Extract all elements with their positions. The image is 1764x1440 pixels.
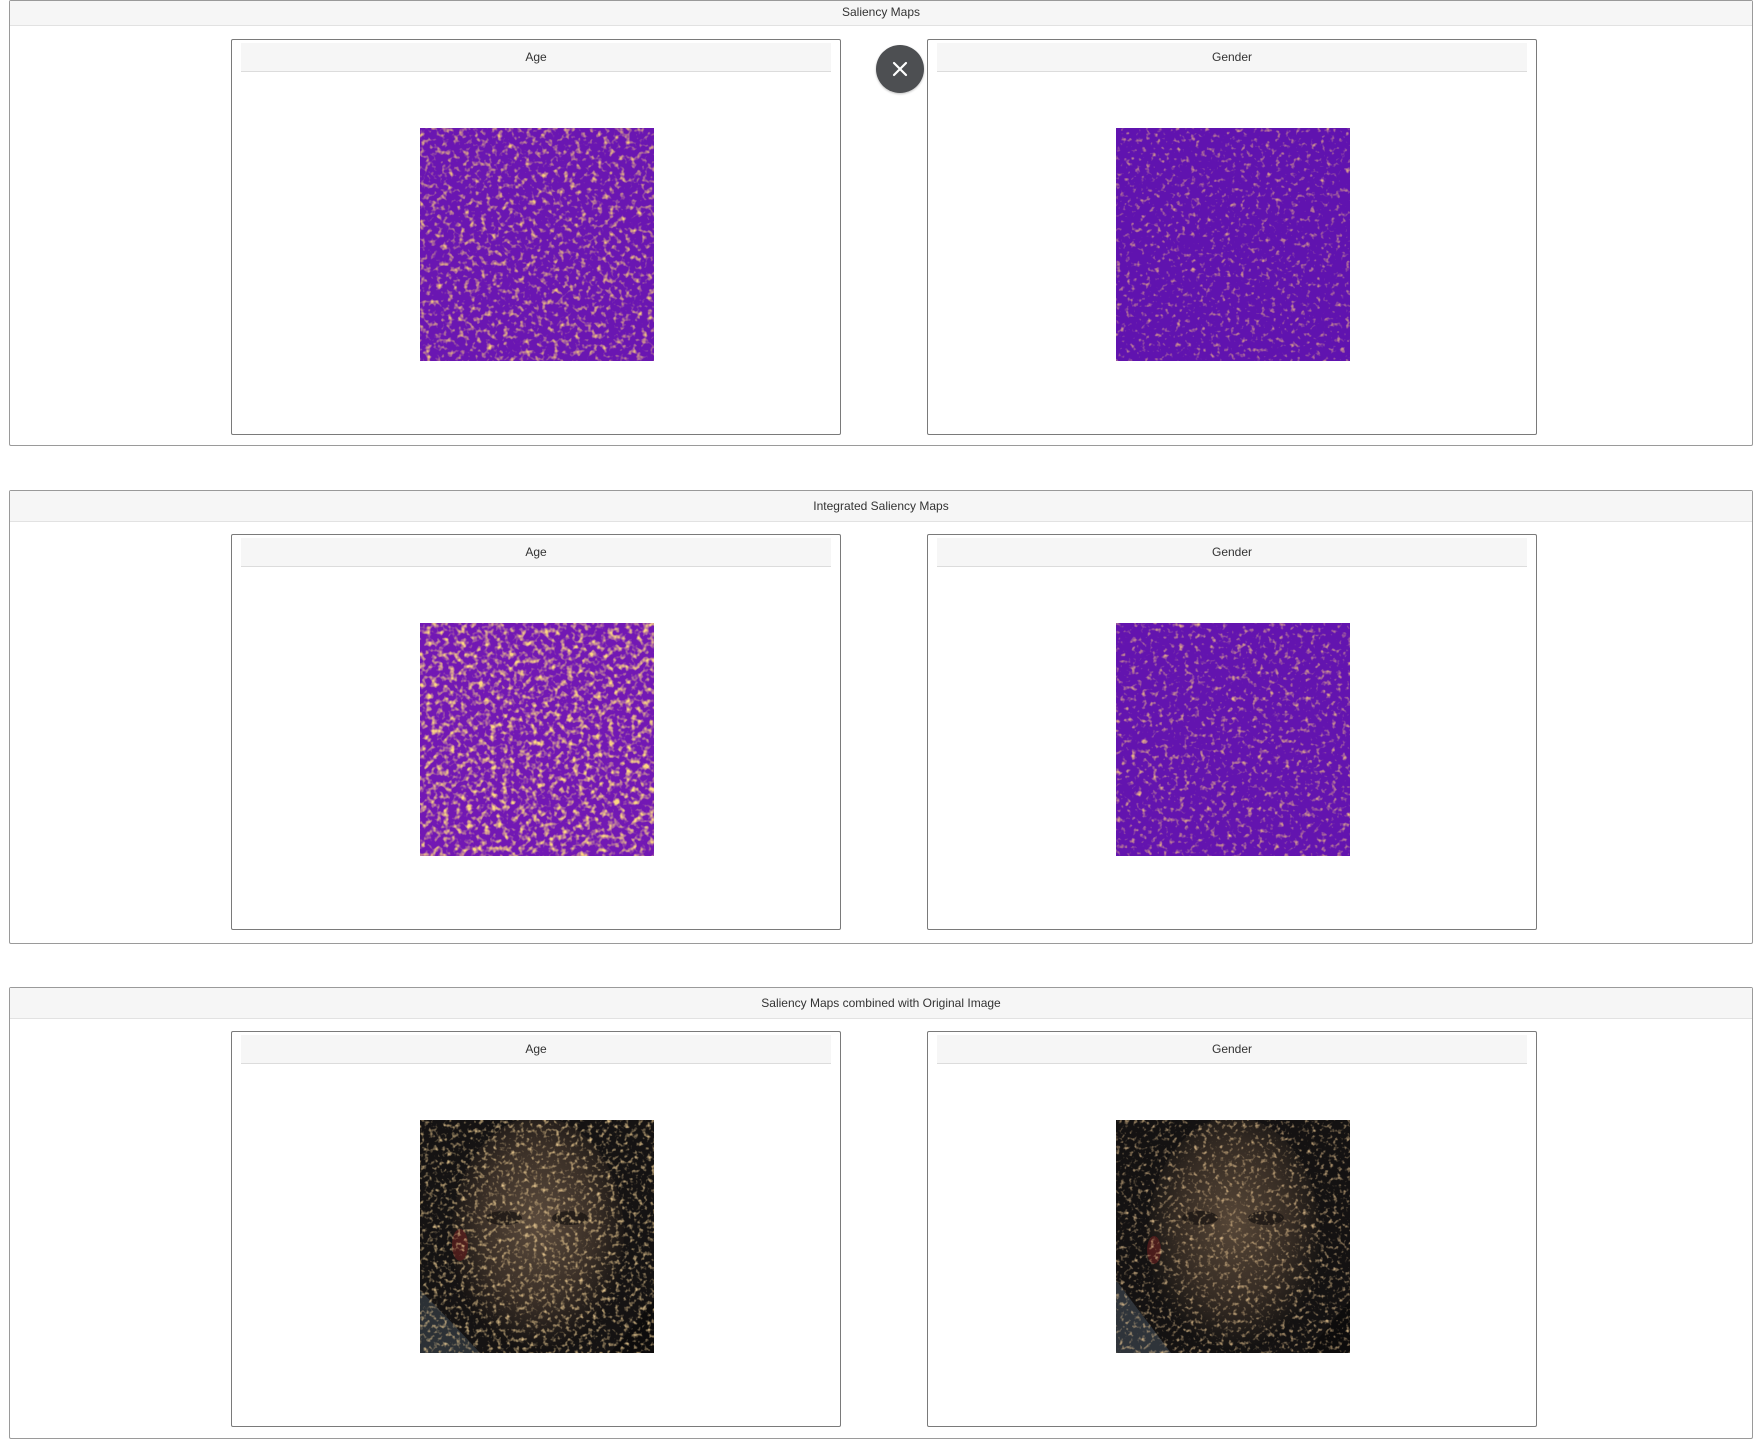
card-title: Age <box>241 43 831 72</box>
age-saliency-overlay-face <box>420 1120 654 1353</box>
panel-title: Saliency Maps combined with Original Ima… <box>10 988 1752 1019</box>
card-title: Gender <box>937 43 1527 72</box>
age-saliency-map <box>420 128 654 361</box>
saliency-maps-combined-panel: Saliency Maps combined with Original Ima… <box>9 987 1753 1439</box>
panel-title: Integrated Saliency Maps <box>10 491 1752 522</box>
saliency-maps-panel: Saliency Maps Age Gender <box>9 0 1753 446</box>
card-title: Gender <box>937 538 1527 567</box>
gender-integrated-saliency-map <box>1116 623 1350 856</box>
age-card: Age <box>231 534 841 930</box>
close-icon <box>892 61 908 77</box>
age-card: Age <box>231 39 841 435</box>
gender-card: Gender <box>927 534 1537 930</box>
panel-title: Saliency Maps <box>10 1 1752 26</box>
gender-saliency-overlay-face <box>1116 1120 1350 1353</box>
saliency-results-page: Saliency Maps Age Gender Integrated Sali… <box>0 0 1764 1440</box>
gender-card: Gender <box>927 1031 1537 1427</box>
age-card: Age <box>231 1031 841 1427</box>
close-button[interactable] <box>876 45 924 93</box>
gender-card: Gender <box>927 39 1537 435</box>
gender-saliency-map <box>1116 128 1350 361</box>
card-title: Age <box>241 1035 831 1064</box>
card-title: Age <box>241 538 831 567</box>
integrated-saliency-maps-panel: Integrated Saliency Maps Age Gender <box>9 490 1753 944</box>
age-integrated-saliency-map <box>420 623 654 856</box>
card-title: Gender <box>937 1035 1527 1064</box>
